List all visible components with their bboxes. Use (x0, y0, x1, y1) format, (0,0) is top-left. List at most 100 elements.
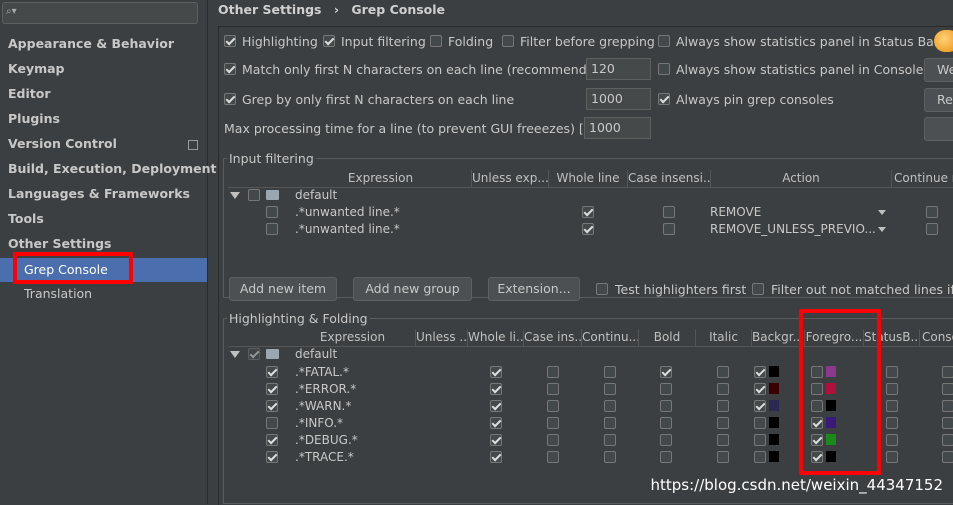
row-statusbar-checkbox[interactable] (886, 451, 898, 463)
row-case-checkbox[interactable] (663, 223, 675, 235)
row-expression[interactable]: .*TRACE.* (295, 450, 354, 464)
background-color-swatch[interactable] (769, 417, 779, 428)
row-enable-checkbox[interactable] (266, 417, 278, 429)
row-background-checkbox[interactable] (754, 451, 766, 463)
row-italic-checkbox[interactable] (717, 400, 729, 412)
add-new-item-button[interactable]: Add new item (229, 277, 337, 301)
filter-before-grepping-checkbox[interactable] (502, 35, 514, 47)
row-expression[interactable]: .*FATAL.* (295, 365, 349, 379)
row-background-checkbox[interactable] (754, 434, 766, 446)
background-color-swatch[interactable] (769, 366, 779, 377)
row-bold-checkbox[interactable] (660, 366, 672, 378)
row-whole-checkbox[interactable] (490, 400, 502, 412)
add-new-group-button[interactable]: Add new group (353, 277, 472, 301)
row-background-checkbox[interactable] (754, 383, 766, 395)
row-continue-checkbox[interactable] (604, 451, 616, 463)
sidebar-item-appearance[interactable]: Appearance & Behavior (8, 34, 174, 54)
row-console-checkbox[interactable] (942, 383, 953, 395)
row-whole-line-checkbox[interactable] (582, 223, 594, 235)
row-console-checkbox[interactable] (942, 451, 953, 463)
row-bold-checkbox[interactable] (660, 417, 672, 429)
col-whole-line[interactable]: Whole li... (468, 329, 524, 346)
sidebar-item-build[interactable]: Build, Execution, Deployment (8, 159, 216, 179)
extension-button[interactable]: Extension... (488, 277, 580, 301)
row-statusbar-checkbox[interactable] (886, 383, 898, 395)
sidebar-item-other-settings[interactable]: Other Settings (8, 234, 112, 254)
row-action[interactable]: REMOVE (710, 205, 761, 219)
row-console-checkbox[interactable] (942, 434, 953, 446)
row-whole-checkbox[interactable] (490, 451, 502, 463)
row-continue-checkbox[interactable] (604, 383, 616, 395)
sidebar-item-translation[interactable]: Translation (24, 284, 92, 304)
col-console[interactable]: Conso (920, 329, 953, 346)
row-italic-checkbox[interactable] (717, 451, 729, 463)
collapse-icon[interactable] (230, 351, 240, 358)
row-continue-checkbox[interactable] (926, 223, 938, 235)
row-expression[interactable]: .*WARN.* (295, 399, 351, 413)
right-button-2[interactable]: Re (924, 88, 953, 112)
right-button-3[interactable] (924, 117, 953, 141)
row-statusbar-checkbox[interactable] (886, 434, 898, 446)
right-button-1[interactable]: We (924, 58, 953, 82)
row-enable-checkbox[interactable] (266, 400, 278, 412)
grep-first-n-checkbox[interactable] (224, 93, 236, 105)
row-case-checkbox[interactable] (547, 451, 559, 463)
row-case-checkbox[interactable] (547, 417, 559, 429)
col-unless[interactable]: Unless ... (416, 329, 468, 346)
col-italic[interactable]: Italic (696, 329, 752, 346)
row-console-checkbox[interactable] (942, 417, 953, 429)
row-case-checkbox[interactable] (547, 434, 559, 446)
row-background-checkbox[interactable] (754, 366, 766, 378)
col-bold[interactable]: Bold (639, 329, 696, 346)
row-enable-checkbox[interactable] (266, 223, 278, 235)
row-case-checkbox[interactable] (547, 400, 559, 412)
row-whole-checkbox[interactable] (490, 417, 502, 429)
row-case-checkbox[interactable] (547, 383, 559, 395)
row-background-checkbox[interactable] (754, 400, 766, 412)
col-whole-line[interactable]: Whole line (549, 170, 628, 187)
row-whole-checkbox[interactable] (490, 434, 502, 446)
row-enable-checkbox[interactable] (266, 366, 278, 378)
row-whole-checkbox[interactable] (490, 366, 502, 378)
row-case-checkbox[interactable] (547, 366, 559, 378)
background-color-swatch[interactable] (769, 451, 779, 462)
row-continue-checkbox[interactable] (604, 400, 616, 412)
row-expression[interactable]: .*unwanted line.* (295, 205, 400, 219)
col-case-insensitive[interactable]: Case insensi... (628, 170, 711, 187)
sidebar-item-editor[interactable]: Editor (8, 84, 51, 104)
row-expression[interactable]: .*DEBUG.* (295, 433, 358, 447)
chevron-down-icon[interactable] (878, 227, 886, 232)
col-continue[interactable]: Continue m (892, 170, 953, 187)
pin-grep-checkbox[interactable] (658, 93, 670, 105)
group-checkbox[interactable] (248, 348, 260, 360)
search-input[interactable]: ⌕▾ (2, 2, 198, 24)
stats-status-bar-checkbox[interactable] (658, 35, 670, 47)
row-continue-checkbox[interactable] (604, 366, 616, 378)
col-action[interactable]: Action (711, 170, 892, 187)
row-italic-checkbox[interactable] (717, 366, 729, 378)
row-whole-checkbox[interactable] (490, 383, 502, 395)
background-color-swatch[interactable] (769, 434, 779, 445)
col-expression[interactable]: Expression (290, 170, 472, 187)
row-case-checkbox[interactable] (663, 206, 675, 218)
filter-out-checkbox[interactable] (752, 283, 764, 295)
row-bold-checkbox[interactable] (660, 451, 672, 463)
row-whole-line-checkbox[interactable] (582, 206, 594, 218)
chevron-down-icon[interactable] (878, 210, 886, 215)
row-bold-checkbox[interactable] (660, 434, 672, 446)
row-expression[interactable]: .*unwanted line.* (295, 222, 400, 236)
row-italic-checkbox[interactable] (717, 417, 729, 429)
row-statusbar-checkbox[interactable] (886, 400, 898, 412)
match-first-n-checkbox[interactable] (224, 63, 236, 75)
input-filtering-checkbox[interactable] (323, 35, 335, 47)
background-color-swatch[interactable] (769, 383, 779, 394)
col-background[interactable]: Backgr... (752, 329, 805, 346)
row-action[interactable]: REMOVE_UNLESS_PREVIO... (710, 222, 875, 236)
row-continue-checkbox[interactable] (604, 434, 616, 446)
row-expression[interactable]: .*INFO.* (295, 416, 343, 430)
row-italic-checkbox[interactable] (717, 383, 729, 395)
col-unless[interactable]: Unless exp... (472, 170, 549, 187)
row-enable-checkbox[interactable] (266, 383, 278, 395)
row-italic-checkbox[interactable] (717, 434, 729, 446)
match-first-n-input[interactable]: 120 (586, 58, 651, 80)
